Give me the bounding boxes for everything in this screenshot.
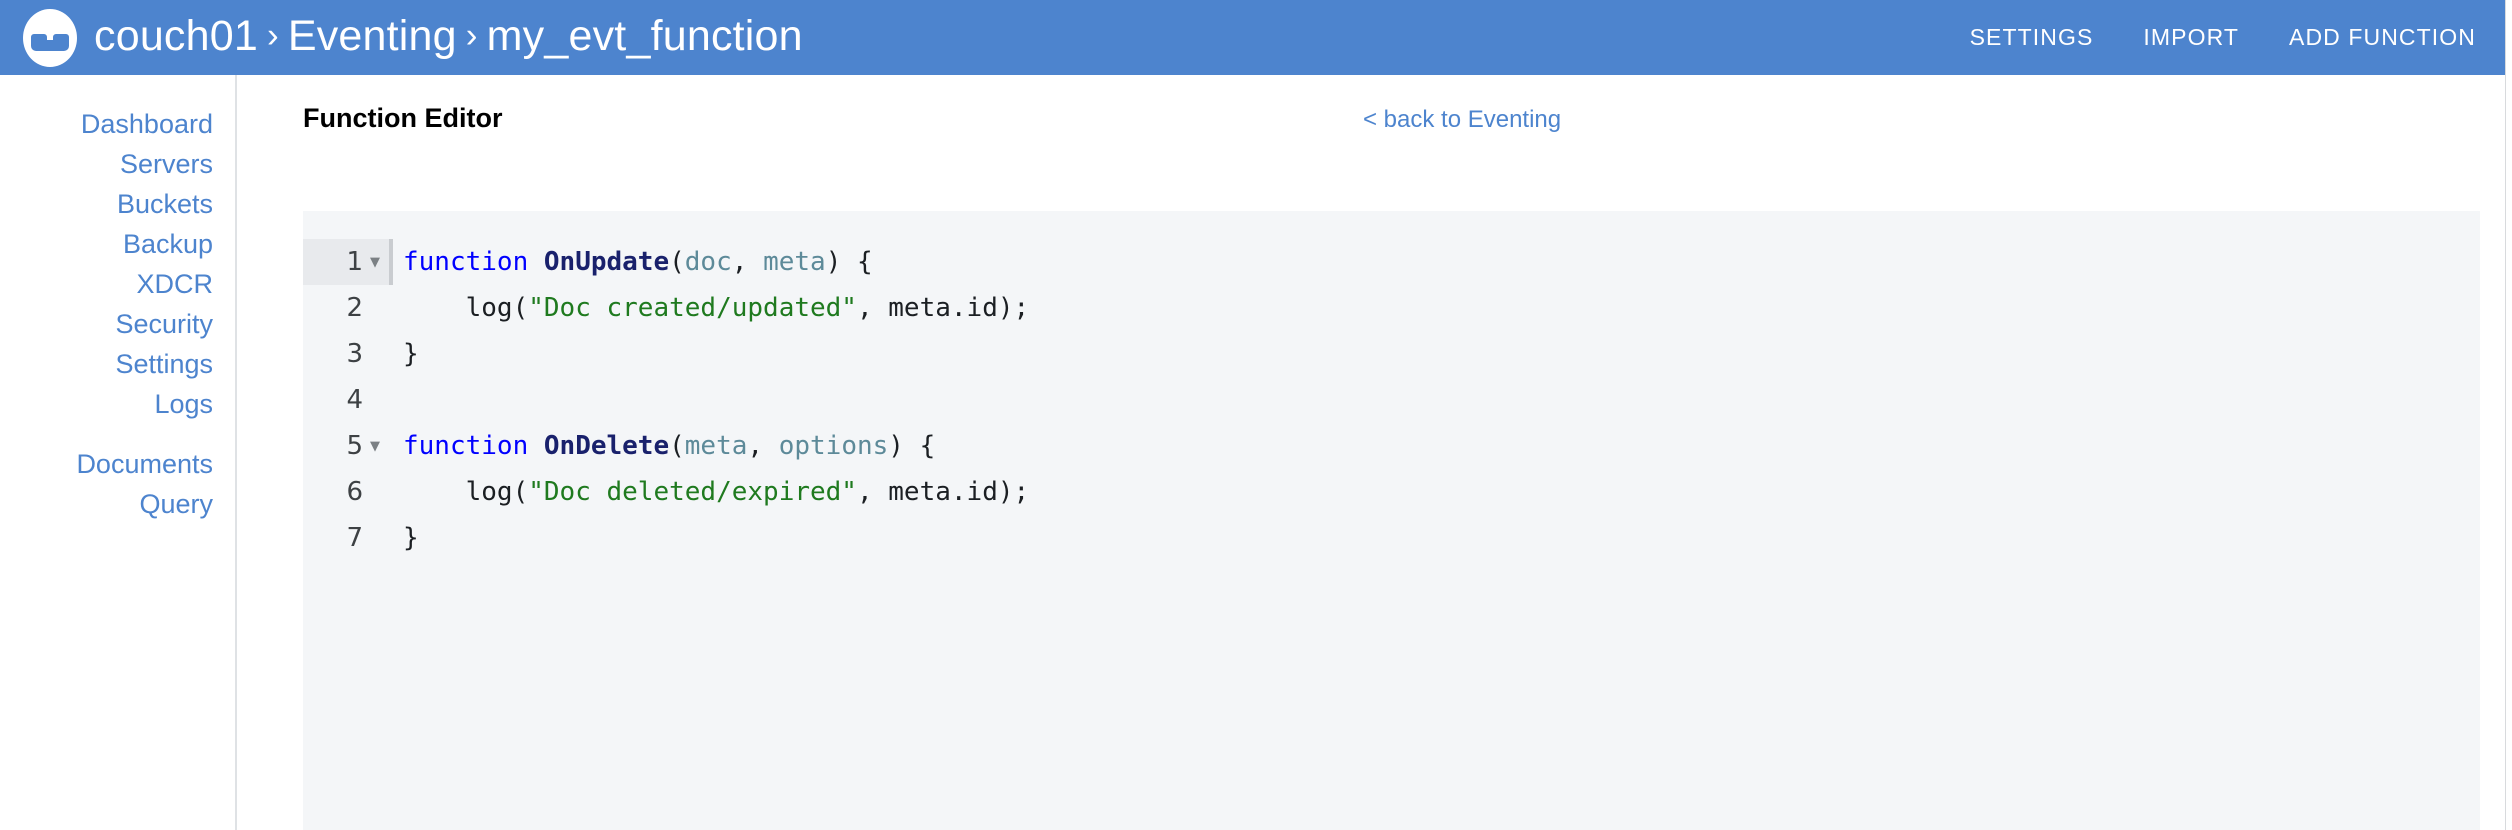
breadcrumb-section[interactable]: Eventing xyxy=(288,14,457,58)
app-header: couch01 › Eventing › my_evt_function SET… xyxy=(0,0,2512,75)
line-number-gutter: 4▼ xyxy=(303,377,389,423)
code-line[interactable]: 4▼ xyxy=(303,377,2480,423)
line-number: 7 xyxy=(346,523,363,553)
line-number-gutter: 5 ▼ xyxy=(303,423,389,469)
code-editor[interactable]: 1▼function OnUpdate(doc, meta) {2▼ log("… xyxy=(303,211,2480,830)
line-number: 1 xyxy=(346,247,363,277)
breadcrumb-cluster[interactable]: couch01 xyxy=(94,14,258,58)
code-token-plain: log( xyxy=(403,293,529,323)
code-token-plain: ) { xyxy=(888,431,936,461)
code-token-param: meta xyxy=(684,431,748,461)
code-token-plain: ( xyxy=(669,431,685,461)
page-title: Function Editor xyxy=(303,103,503,133)
back-to-eventing-link[interactable]: < back to Eventing xyxy=(1363,106,1561,134)
code-fold-toggle-icon[interactable]: ▼ xyxy=(367,256,383,269)
line-number: 3 xyxy=(346,339,363,369)
sidebar-item-settings[interactable]: Settings xyxy=(0,344,235,384)
line-number: 6 xyxy=(346,477,363,507)
code-token-str: "Doc created/updated" xyxy=(528,293,857,323)
line-number-gutter: 3▼ xyxy=(303,331,389,377)
breadcrumb-separator-icon: › xyxy=(465,15,478,55)
main-topbar: Function Editor < back to Eventing xyxy=(239,75,2512,211)
couchbase-logo-icon xyxy=(20,8,80,68)
import-button[interactable]: IMPORT xyxy=(2143,24,2239,51)
sidebar-group-divider xyxy=(0,424,235,444)
code-token-param: doc xyxy=(684,247,732,277)
code-line-text: function OnUpdate(doc, meta) { xyxy=(393,239,873,285)
sidebar-item-security[interactable]: Security xyxy=(0,304,235,344)
editor-top-padding xyxy=(303,211,2480,239)
code-token-kw: function xyxy=(403,247,529,277)
settings-button[interactable]: SETTINGS xyxy=(1970,24,2094,51)
line-number-gutter: 6▼ xyxy=(303,469,389,515)
breadcrumb-current: my_evt_function xyxy=(486,11,803,60)
code-token-plain: , meta.id); xyxy=(856,293,1030,323)
line-number: 4 xyxy=(346,385,363,415)
breadcrumb-separator-icon: › xyxy=(266,15,279,55)
code-line[interactable]: 7▼} xyxy=(303,515,2480,561)
code-line-text: } xyxy=(393,515,419,561)
page-scrollbar[interactable] xyxy=(2505,0,2512,830)
line-number: 2 xyxy=(346,293,363,323)
sidebar-item-backup[interactable]: Backup xyxy=(0,224,235,264)
sidebar-item-buckets[interactable]: Buckets xyxy=(0,184,235,224)
code-line[interactable]: 1 ▼ function OnUpdate(doc, meta) { xyxy=(303,239,2480,285)
sidebar-item-query[interactable]: Query xyxy=(0,484,235,524)
code-token-plain: , meta.id); xyxy=(856,477,1030,507)
sidebar-item-servers[interactable]: Servers xyxy=(0,144,235,184)
code-line-text: } xyxy=(393,331,419,377)
code-token-plain: } xyxy=(403,523,419,553)
code-line[interactable]: 3▼} xyxy=(303,331,2480,377)
line-number-gutter: 1 ▼ xyxy=(303,239,389,285)
code-fold-toggle-icon[interactable]: ▼ xyxy=(367,440,383,453)
line-number: 5 xyxy=(346,431,363,461)
header-actions: SETTINGS IMPORT ADD FUNCTION xyxy=(1970,24,2512,51)
sidebar-nav: Dashboard Servers Buckets Backup XDCR Se… xyxy=(0,75,237,830)
code-token-plain: ) { xyxy=(825,247,873,277)
line-number-gutter: 7▼ xyxy=(303,515,389,561)
code-token-fn: OnDelete xyxy=(543,431,670,461)
code-token-param: meta xyxy=(763,247,826,277)
breadcrumb: couch01 › Eventing › my_evt_function xyxy=(94,11,803,61)
sidebar-item-documents[interactable]: Documents xyxy=(0,444,235,484)
code-token-plain: } xyxy=(403,339,419,369)
code-token-plain: log( xyxy=(403,477,529,507)
main-content: Function Editor < back to Eventing 1 ▼ fun… xyxy=(239,75,2512,830)
code-token-plain: ( xyxy=(669,247,685,277)
code-token-plain: , xyxy=(747,431,779,461)
code-line[interactable]: 2▼ log("Doc created/updated", meta.id); xyxy=(303,285,2480,331)
add-function-button[interactable]: ADD FUNCTION xyxy=(2289,24,2476,51)
code-line[interactable]: 5 ▼ function OnDelete(meta, options) { xyxy=(303,423,2480,469)
line-number-gutter: 2▼ xyxy=(303,285,389,331)
code-line-text: log("Doc deleted/expired", meta.id); xyxy=(393,469,1030,515)
code-line-text: log("Doc created/updated", meta.id); xyxy=(393,285,1030,331)
code-line-text: function OnDelete(meta, options) { xyxy=(393,423,935,469)
code-token-plain: , xyxy=(731,247,764,277)
sidebar-item-xdcr[interactable]: XDCR xyxy=(0,264,235,304)
code-token-fn: OnUpdate xyxy=(543,247,670,277)
gutter-spacer xyxy=(389,377,393,423)
code-token-kw: function xyxy=(403,431,529,461)
sidebar-item-logs[interactable]: Logs xyxy=(0,384,235,424)
code-line[interactable]: 6▼ log("Doc deleted/expired", meta.id); xyxy=(303,469,2480,515)
code-token-param: options xyxy=(778,431,889,461)
sidebar-item-dashboard[interactable]: Dashboard xyxy=(0,104,235,144)
code-token-str: "Doc deleted/expired" xyxy=(528,477,857,507)
